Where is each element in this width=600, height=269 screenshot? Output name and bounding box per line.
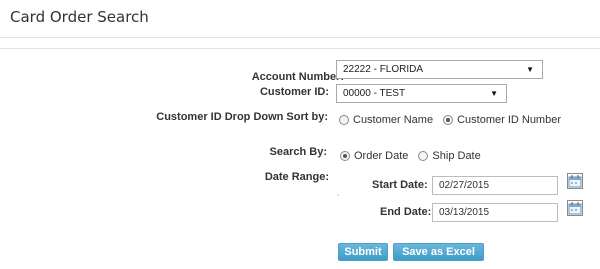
radio-checked-icon bbox=[443, 115, 454, 125]
end-date-label: End Date: bbox=[380, 206, 432, 218]
account-number-select[interactable]: 22222 - FLORIDA ▼ bbox=[336, 60, 543, 79]
calendar-icon[interactable] bbox=[567, 173, 583, 189]
radio-label: Customer Name bbox=[353, 114, 434, 126]
save-as-excel-button[interactable]: Save as Excel bbox=[393, 243, 484, 261]
page-title: Card Order Search bbox=[10, 8, 149, 26]
decorative-dot: ▫ bbox=[337, 193, 340, 199]
radio-checked-icon bbox=[340, 151, 350, 161]
radio-unchecked-icon bbox=[418, 151, 429, 161]
sort-by-customer-name-radio[interactable]: Customer Name bbox=[339, 114, 433, 126]
end-date-input[interactable]: 03/13/2015 bbox=[432, 203, 558, 222]
account-number-value: 22222 - FLORIDA bbox=[343, 64, 424, 75]
radio-label: Customer ID Number bbox=[457, 114, 561, 126]
account-number-label: Account Number: bbox=[251, 71, 344, 83]
sort-by-label: Customer ID Drop Down Sort by: bbox=[156, 111, 328, 123]
calendar-icon[interactable] bbox=[567, 200, 583, 216]
header-divider bbox=[0, 37, 600, 38]
radio-label: Order Date bbox=[354, 150, 409, 162]
customer-id-value: 00000 - TEST bbox=[343, 88, 406, 99]
radio-unchecked-icon bbox=[339, 115, 349, 125]
search-by-label: Search By: bbox=[269, 146, 327, 158]
customer-id-label: Customer ID: bbox=[259, 86, 329, 98]
start-date-label: Start Date: bbox=[372, 179, 428, 191]
sort-by-customer-id-radio[interactable]: Customer ID Number bbox=[443, 114, 561, 126]
submit-button[interactable]: Submit bbox=[338, 243, 388, 261]
chevron-down-icon: ▼ bbox=[526, 65, 534, 74]
radio-label: Ship Date bbox=[432, 150, 481, 162]
search-by-radio-group: Order Date Ship Date bbox=[340, 150, 491, 162]
start-date-input[interactable]: 02/27/2015 bbox=[432, 176, 558, 195]
customer-id-select[interactable]: 00000 - TEST ▼ bbox=[336, 84, 507, 103]
date-range-label: Date Range: bbox=[264, 171, 329, 183]
header-divider-secondary bbox=[0, 48, 600, 49]
search-by-order-date-radio[interactable]: Order Date bbox=[340, 150, 408, 162]
chevron-down-icon: ▼ bbox=[490, 89, 498, 98]
search-by-ship-date-radio[interactable]: Ship Date bbox=[418, 150, 481, 162]
sort-by-radio-group: Customer Name Customer ID Number bbox=[339, 114, 571, 126]
